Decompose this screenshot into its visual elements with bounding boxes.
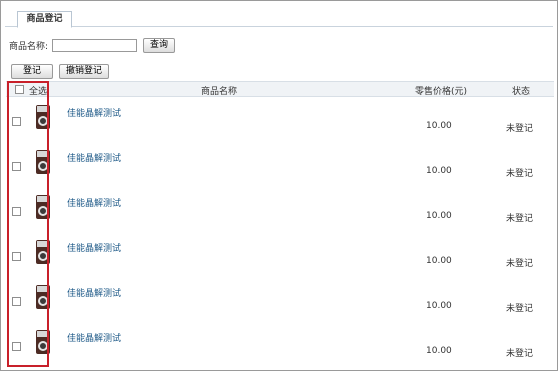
header-status: 状态 xyxy=(512,87,531,97)
tab-bar: 商品登记 xyxy=(5,7,553,28)
camera-icon[interactable] xyxy=(36,195,50,219)
product-name-input[interactable] xyxy=(52,38,138,52)
status-text: 未登记 xyxy=(506,349,534,359)
status-text: 未登记 xyxy=(506,259,534,269)
product-name-link[interactable]: 佳能晶解测试 xyxy=(67,106,121,119)
header-product-name: 商品名称 xyxy=(201,87,238,97)
retail-price: 10.00 xyxy=(426,211,452,221)
table-row: 佳能晶解测试 10.00 未登记 xyxy=(6,232,554,277)
select-all-checkbox[interactable] xyxy=(15,85,24,94)
search-bar: 商品名称: 查询 xyxy=(9,37,176,53)
search-button[interactable]: 查询 xyxy=(143,37,176,53)
register-button[interactable]: 登记 xyxy=(11,64,53,79)
row-checkbox[interactable] xyxy=(12,342,21,351)
retail-price: 10.00 xyxy=(426,121,452,131)
row-checkbox[interactable] xyxy=(12,252,21,261)
cancel-registration-button[interactable]: 撤销登记 xyxy=(59,64,110,79)
camera-icon[interactable] xyxy=(36,285,50,309)
status-text: 未登记 xyxy=(506,124,534,134)
table-header: 全选 商品名称 零售价格(元) 状态 xyxy=(6,81,554,97)
table-row: 佳能晶解测试 10.00 未登记 xyxy=(6,97,554,142)
select-all-label: 全选 xyxy=(29,87,48,97)
table-row: 佳能晶解测试 10.00 未登记 xyxy=(6,142,554,187)
header-retail-price: 零售价格(元) xyxy=(415,87,468,97)
row-checkbox[interactable] xyxy=(12,162,21,171)
status-text: 未登记 xyxy=(506,169,534,179)
row-checkbox[interactable] xyxy=(12,207,21,216)
product-name-link[interactable]: 佳能晶解测试 xyxy=(67,241,121,254)
product-name-link[interactable]: 佳能晶解测试 xyxy=(67,151,121,164)
row-checkbox[interactable] xyxy=(12,297,21,306)
camera-icon[interactable] xyxy=(36,150,50,174)
page-frame: 商品登记 商品名称: 查询 登记 撤销登记 全选 商品名称 零售价格(元) 状态… xyxy=(0,0,558,371)
table-row: 佳能晶解测试 10.00 未登记 xyxy=(6,277,554,322)
camera-icon[interactable] xyxy=(36,240,50,264)
action-buttons: 登记 撤销登记 xyxy=(11,64,115,79)
camera-icon[interactable] xyxy=(36,330,50,354)
product-name-link[interactable]: 佳能晶解测试 xyxy=(67,196,121,209)
tab-product-registration[interactable]: 商品登记 xyxy=(17,11,72,28)
product-name-link[interactable]: 佳能晶解测试 xyxy=(67,331,121,344)
search-label: 商品名称: xyxy=(9,41,49,52)
product-name-link[interactable]: 佳能晶解测试 xyxy=(67,286,121,299)
status-text: 未登记 xyxy=(506,304,534,314)
row-checkbox[interactable] xyxy=(12,117,21,126)
table-row: 佳能晶解测试 10.00 未登记 xyxy=(6,322,554,367)
product-table: 全选 商品名称 零售价格(元) 状态 佳能晶解测试 10.00 未登记 佳能晶解… xyxy=(6,81,554,367)
retail-price: 10.00 xyxy=(426,301,452,311)
retail-price: 10.00 xyxy=(426,166,452,176)
camera-icon[interactable] xyxy=(36,105,50,129)
table-row: 佳能晶解测试 10.00 未登记 xyxy=(6,187,554,232)
retail-price: 10.00 xyxy=(426,346,452,356)
retail-price: 10.00 xyxy=(426,256,452,266)
status-text: 未登记 xyxy=(506,214,534,224)
